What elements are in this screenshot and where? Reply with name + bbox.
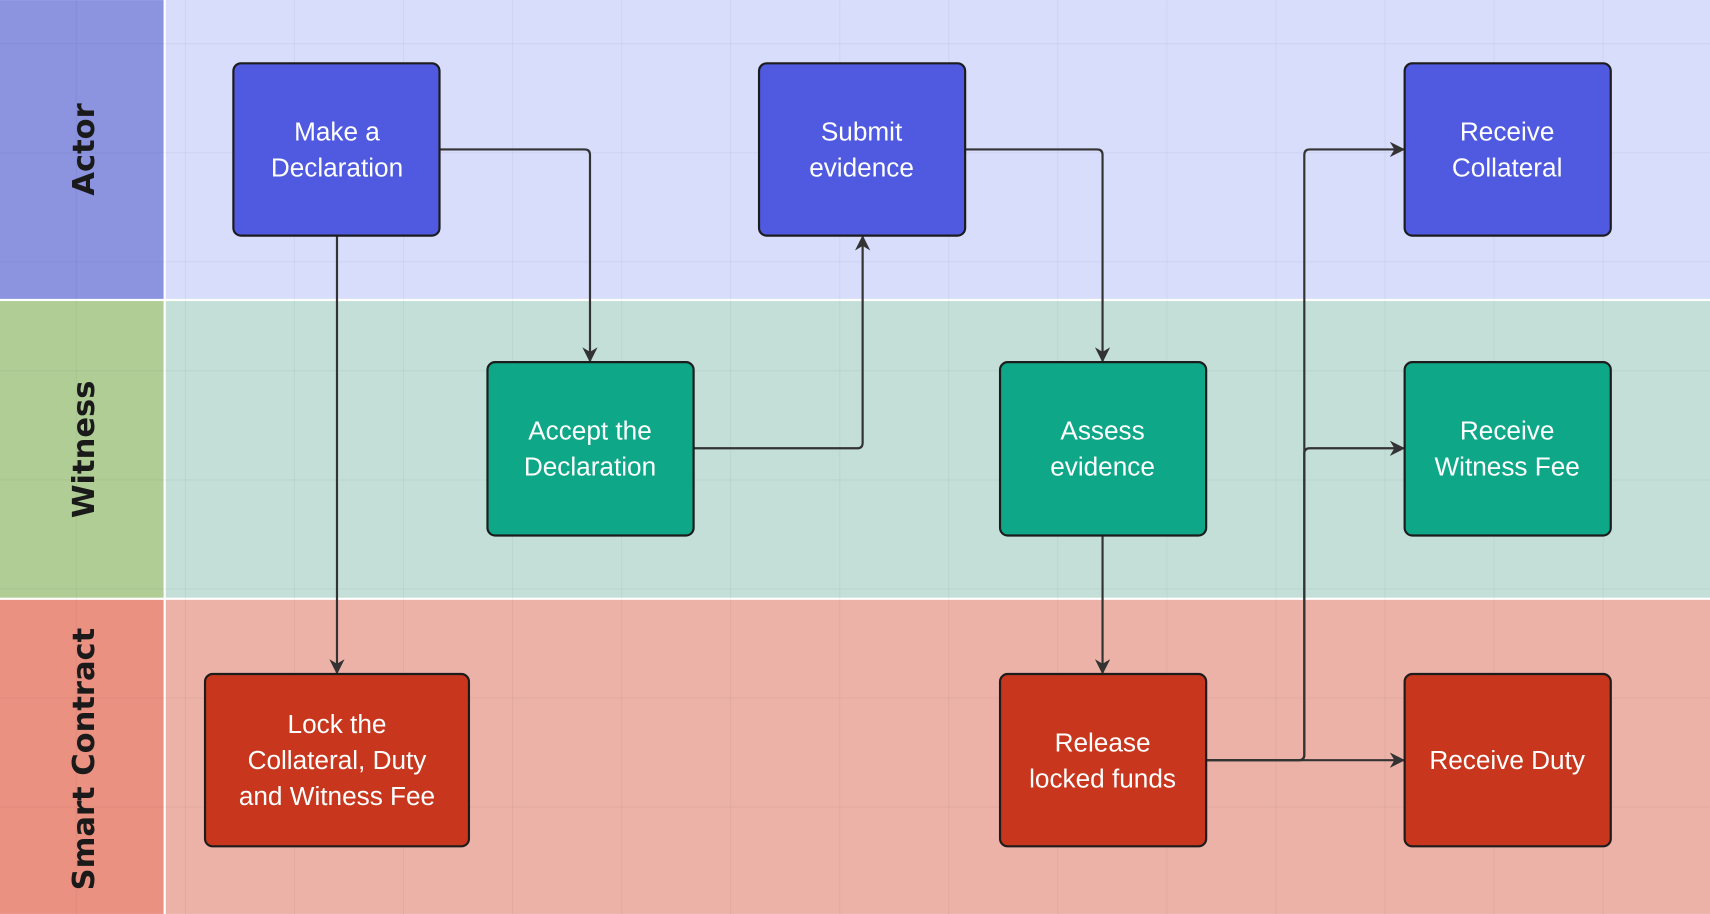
node-assess-evidence[interactable]: Assess evidence: [998, 361, 1208, 537]
lane-label-witness: Witness: [67, 381, 102, 518]
lane-label-smart-contract: Smart Contract: [67, 628, 102, 891]
node-receive-duty[interactable]: Receive Duty: [1403, 672, 1612, 848]
node-accept-declaration[interactable]: Accept the Declaration: [486, 361, 695, 537]
swimlane-diagram: Actor Witness Smart Contract Make a Decla…: [0, 0, 1710, 914]
node-submit-evidence[interactable]: Submit evidence: [757, 62, 967, 237]
svg-text:Receive Duty: Receive Duty: [1429, 745, 1585, 775]
node-lock-collateral[interactable]: Lock the Collateral, Duty and Witness Fee: [203, 672, 471, 848]
node-release-funds[interactable]: Release locked funds: [998, 672, 1208, 848]
node-receive-collateral[interactable]: Receive Collateral: [1403, 62, 1612, 237]
node-make-declaration[interactable]: Make a Declaration: [232, 62, 441, 237]
node-receive-witness-fee[interactable]: Receive Witness Fee: [1403, 361, 1612, 537]
lane-label-actor: Actor: [67, 103, 102, 195]
